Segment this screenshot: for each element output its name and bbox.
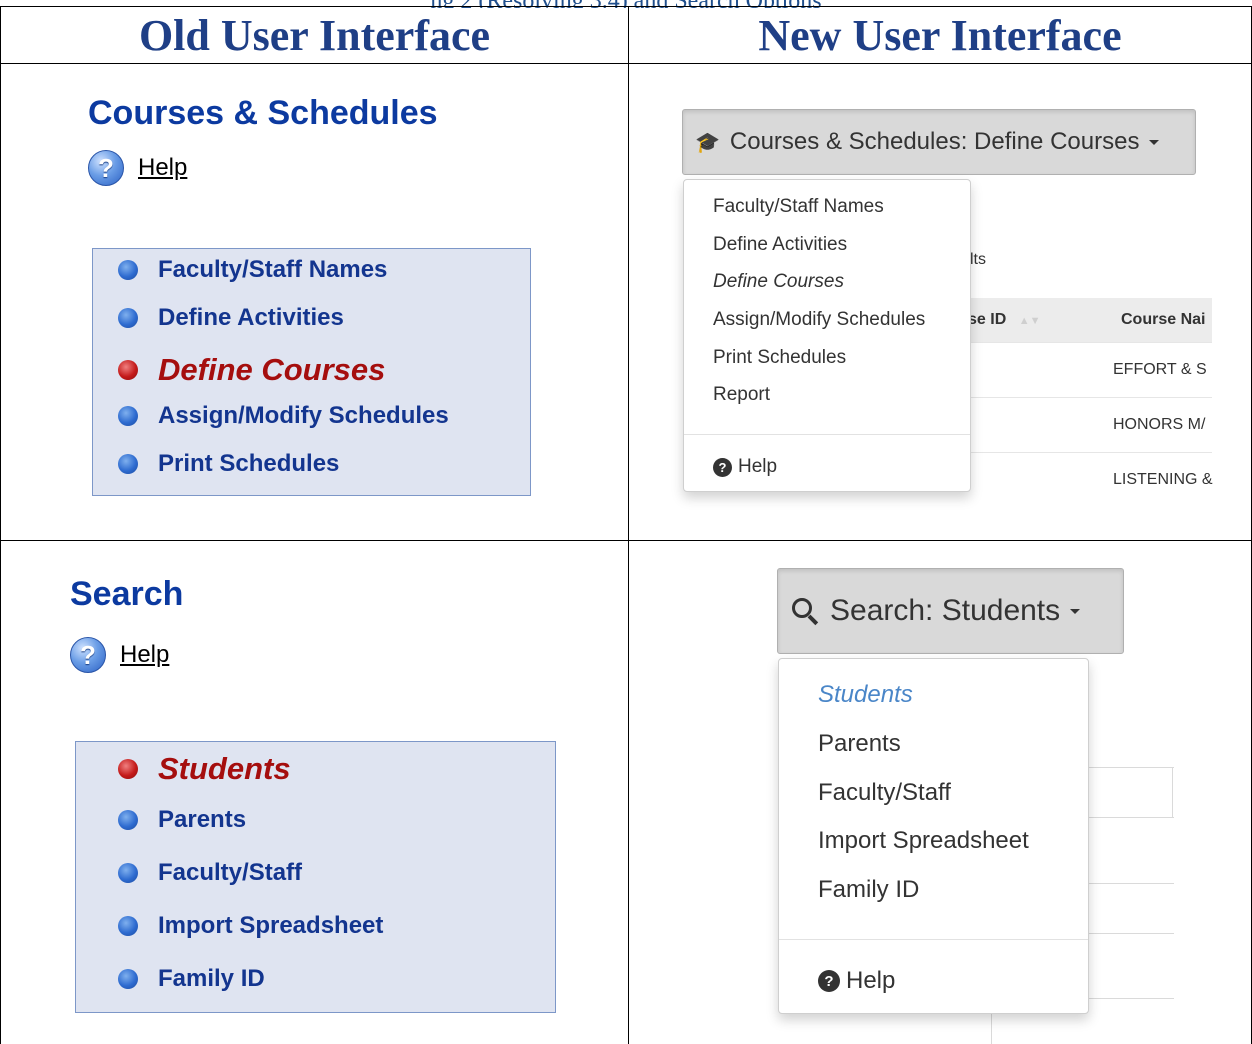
old-menu-item-label-selected: Define Courses [158,352,386,387]
courses-dropdown-label: Courses & Schedules: Define Courses [729,128,1140,155]
bullet-icon [118,454,138,474]
menu-item-assign-modify-schedules[interactable]: Assign/Modify Schedules [713,309,925,331]
search-icon [790,596,820,626]
courses-dropdown-button[interactable]: 🎓 Courses & Schedules: Define Courses [682,109,1196,175]
question-circle-icon: ? [818,970,840,992]
old-menu-item-label: Faculty/Staff [158,859,303,886]
bullet-icon [118,308,138,328]
old-menu-item-label: Faculty/Staff Names [158,256,388,283]
chevron-down-icon [1149,139,1160,145]
sort-icon[interactable]: ▲▼ [1019,315,1041,327]
old-courses-help[interactable]: ? Help [88,150,187,186]
menu-item-help[interactable]: ? Help [713,456,777,478]
old-menu-item-define-activities[interactable]: Define Activities [118,304,344,332]
old-menu-item-define-courses[interactable]: Define Courses [118,352,385,388]
menu-divider [779,939,1088,940]
selected-bullet-icon [118,759,138,779]
old-menu-item-faculty-staff-names[interactable]: Faculty/Staff Names [118,256,387,284]
old-menu-item-faculty-staff[interactable]: Faculty/Staff [118,859,302,887]
menu-item-family-id[interactable]: Family ID [818,876,919,904]
menu-item-print-schedules[interactable]: Print Schedules [713,347,846,369]
menu-item-define-courses[interactable]: Define Courses [713,271,844,293]
search-dropdown-menu: Students Parents Faculty/Staff Import Sp… [778,658,1089,1014]
menu-item-faculty-staff[interactable]: Faculty/Staff [818,779,951,807]
old-courses-title: Courses & Schedules [88,94,438,132]
bg-row-line [1088,883,1174,884]
header-new-ui: New User Interface [628,6,1252,64]
old-menu-item-label: Parents [158,806,247,833]
old-menu-item-label: Family ID [158,965,265,992]
help-icon: ? [88,150,124,186]
menu-item-help-label: Help [738,456,778,477]
menu-item-students[interactable]: Students [818,681,913,709]
menu-item-report[interactable]: Report [713,384,770,406]
chevron-down-icon [1070,608,1081,614]
bg-row-line [1088,998,1174,999]
help-icon: ? [70,637,106,673]
old-menu-item-print-schedules[interactable]: Print Schedules [118,450,339,478]
menu-item-faculty-staff-names[interactable]: Faculty/Staff Names [713,196,884,218]
menu-item-parents[interactable]: Parents [818,730,901,758]
old-menu-item-assign-modify-schedules[interactable]: Assign/Modify Schedules [118,402,449,430]
old-menu-item-family-id[interactable]: Family ID [118,965,265,993]
old-menu-item-label: Assign/Modify Schedules [158,402,449,429]
bg-input-outline [1172,767,1173,817]
table-cell: EFFORT & S [1113,361,1207,378]
question-circle-icon: ? [713,457,732,477]
menu-item-import-spreadsheet[interactable]: Import Spreadsheet [818,827,1029,855]
old-menu-item-import-spreadsheet[interactable]: Import Spreadsheet [118,912,383,940]
bg-col-course-id: se ID ▲▼ [968,311,1040,329]
help-link[interactable]: Help [138,154,187,182]
bg-row-line [1088,933,1174,934]
help-link[interactable]: Help [120,641,169,669]
bg-input-outline [1088,767,1174,768]
old-menu-item-label: Import Spreadsheet [158,912,384,939]
header-new-ui-label: New User Interface [758,10,1122,60]
old-menu-item-label: Define Activities [158,304,344,331]
old-menu-item-label-selected: Students [158,751,291,786]
bg-col-course-id-label: se ID [968,311,1007,328]
bg-column-line [991,1014,992,1044]
bg-col-course-name: Course Nai [1121,311,1206,328]
selected-bullet-icon [118,360,138,380]
bg-input-outline [1088,817,1174,818]
old-search-title: Search [70,575,184,613]
bullet-icon [118,916,138,936]
bullet-icon [118,260,138,280]
old-menu-item-parents[interactable]: Parents [118,806,246,834]
bullet-icon [118,969,138,989]
bg-results-text: lts [970,251,986,268]
header-old-ui-label: Old User Interface [138,10,491,60]
graduation-cap-icon: 🎓 [695,131,720,154]
menu-item-help[interactable]: ? Help [818,967,895,995]
table-cell: LISTENING & [1113,471,1213,488]
old-search-help[interactable]: ? Help [70,637,169,673]
courses-dropdown-menu: Faculty/Staff Names Define Activities De… [683,179,971,492]
bullet-icon [118,406,138,426]
menu-item-define-activities[interactable]: Define Activities [713,234,847,256]
menu-divider [684,434,970,435]
search-dropdown-label: Search: Students [830,594,1061,627]
old-menu-item-students[interactable]: Students [118,751,291,787]
search-dropdown-button[interactable]: Search: Students [777,568,1124,654]
table-cell: HONORS M/ [1113,416,1206,433]
menu-item-help-label: Help [846,967,896,994]
header-old-ui: Old User Interface [0,6,629,64]
bullet-icon [118,863,138,883]
old-menu-item-label: Print Schedules [158,450,340,477]
bullet-icon [118,810,138,830]
